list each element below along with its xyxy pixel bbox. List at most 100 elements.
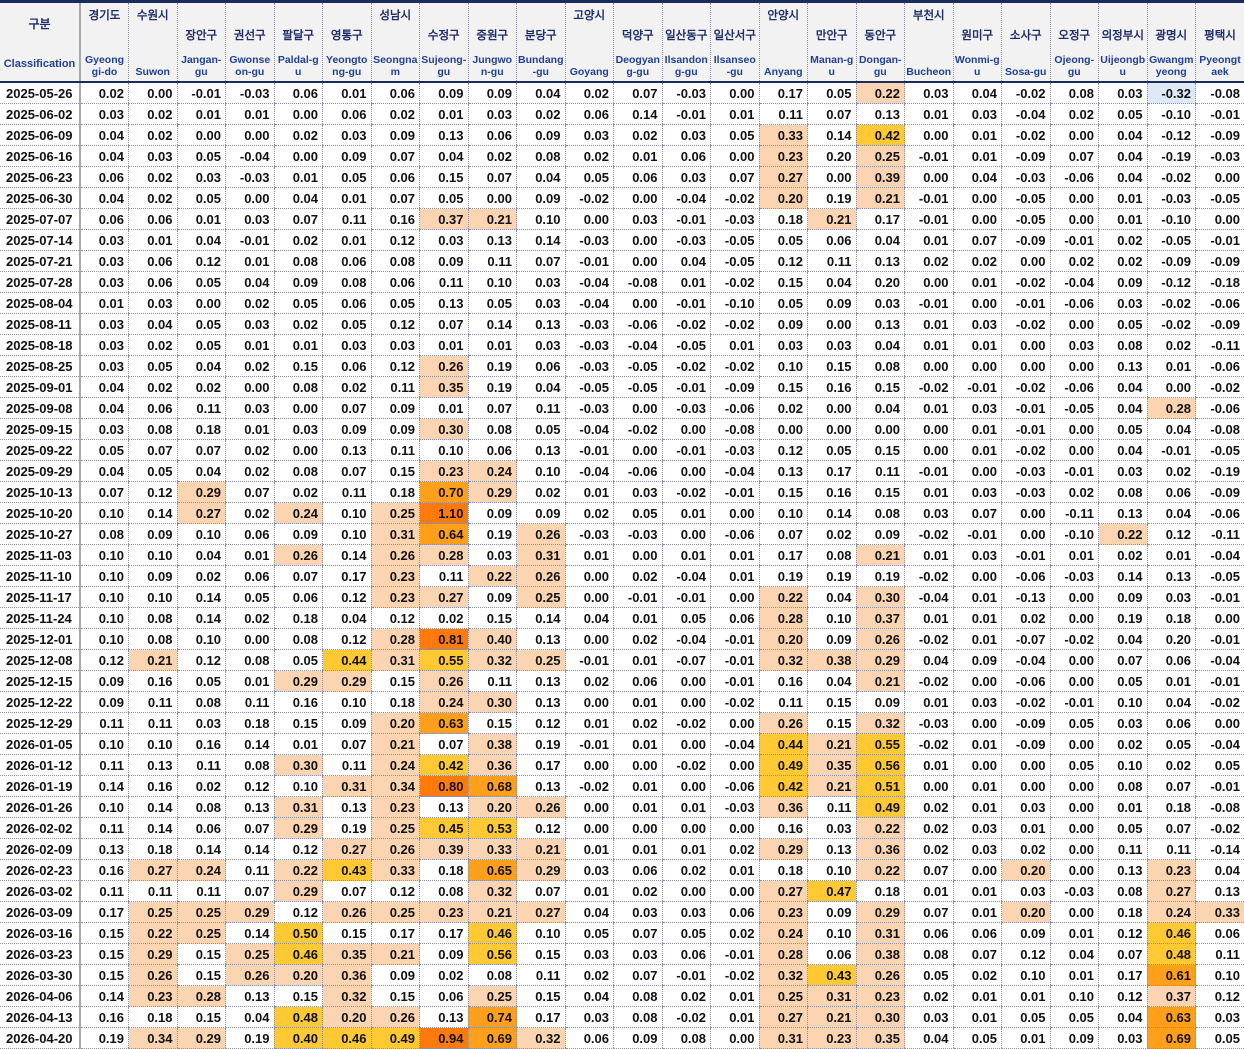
value-cell: -0.11: [1196, 524, 1244, 545]
value-cell: 0.01: [274, 734, 323, 755]
value-cell: 0.08: [226, 650, 275, 671]
value-cell: -0.03: [565, 356, 614, 377]
value-cell: 0.11: [759, 692, 808, 713]
value-cell: 0.00: [614, 545, 663, 566]
value-cell: 0.06: [129, 398, 178, 419]
value-cell: 0.21: [856, 671, 905, 692]
value-cell: 0.14: [1099, 566, 1148, 587]
value-cell: 0.02: [226, 461, 275, 482]
table-row: 2026-01-190.140.160.020.120.100.310.340.…: [0, 776, 1244, 797]
value-cell: -0.06: [1196, 356, 1244, 377]
value-cell: 0.03: [565, 860, 614, 881]
value-cell: 0.07: [274, 566, 323, 587]
value-cell: 0.14: [129, 503, 178, 524]
value-cell: 0.07: [323, 881, 372, 902]
value-cell: 0.07: [274, 209, 323, 230]
value-cell: 0.12: [371, 881, 420, 902]
table-row: 2025-09-080.040.060.110.030.000.070.090.…: [0, 398, 1244, 419]
column-header-ko: 원미구: [961, 27, 993, 43]
value-cell: 0.03: [953, 104, 1002, 125]
value-cell: 0.05: [953, 1028, 1002, 1049]
value-cell: 0.02: [177, 776, 226, 797]
value-cell: 0.11: [177, 881, 226, 902]
value-cell: 0.02: [1099, 734, 1148, 755]
value-cell: 0.00: [614, 818, 663, 839]
value-cell: 0.08: [1099, 482, 1148, 503]
value-cell: 0.02: [1050, 482, 1099, 503]
value-cell: 0.01: [953, 1007, 1002, 1028]
value-cell: 0.20: [323, 1007, 372, 1028]
value-cell: -0.02: [1196, 692, 1244, 713]
column-header-ko: 팔달구: [282, 27, 314, 43]
value-cell: 0.10: [1050, 986, 1099, 1007]
value-cell: 0.36: [856, 839, 905, 860]
value-cell: 0.29: [177, 482, 226, 503]
value-cell: 0.02: [759, 398, 808, 419]
value-cell: 0.04: [177, 230, 226, 251]
value-cell: 0.14: [468, 314, 517, 335]
value-cell: 0.06: [662, 944, 711, 965]
value-cell: -0.04: [662, 629, 711, 650]
value-cell: 0.00: [1050, 734, 1099, 755]
value-cell: 0.06: [468, 125, 517, 146]
row-date: 2025-08-25: [0, 356, 80, 377]
value-cell: 0.21: [856, 188, 905, 209]
value-cell: 0.01: [953, 797, 1002, 818]
value-cell: 0.27: [759, 881, 808, 902]
value-cell: 0.27: [129, 860, 178, 881]
value-cell: 0.01: [953, 419, 1002, 440]
value-cell: 0.11: [420, 566, 469, 587]
table-row: 2025-12-150.090.160.050.010.290.290.150.…: [0, 671, 1244, 692]
row-date: 2025-07-28: [0, 272, 80, 293]
table-row: 2025-11-030.100.100.040.010.260.140.260.…: [0, 545, 1244, 566]
value-cell: 0.25: [517, 650, 566, 671]
value-cell: 0.14: [226, 839, 275, 860]
value-cell: 0.09: [420, 944, 469, 965]
value-cell: 0.08: [80, 524, 129, 545]
value-cell: 0.00: [1002, 335, 1051, 356]
value-cell: 0.05: [711, 125, 760, 146]
column-header-ko: 장안구: [185, 27, 217, 43]
value-cell: 0.03: [1147, 587, 1196, 608]
row-date: 2025-12-08: [0, 650, 80, 671]
column-header-en: Sosa-gu: [1005, 66, 1046, 78]
value-cell: 0.06: [614, 860, 663, 881]
value-cell: 0.09: [953, 650, 1002, 671]
value-cell: 0.07: [226, 818, 275, 839]
value-cell: -0.01: [905, 188, 954, 209]
table-row: 2025-07-140.030.010.04-0.010.020.010.120…: [0, 230, 1244, 251]
value-cell: 0.03: [565, 944, 614, 965]
value-cell: 0.04: [80, 461, 129, 482]
value-cell: -0.02: [1002, 82, 1051, 104]
table-row: 2025-12-220.090.110.080.110.160.100.180.…: [0, 692, 1244, 713]
value-cell: 0.00: [662, 671, 711, 692]
table-row: 2025-12-080.120.210.120.080.050.440.310.…: [0, 650, 1244, 671]
value-cell: 0.05: [129, 356, 178, 377]
value-cell: 0.03: [662, 902, 711, 923]
value-cell: 0.14: [323, 545, 372, 566]
value-cell: 0.13: [323, 440, 372, 461]
value-cell: 0.03: [662, 167, 711, 188]
value-cell: 0.01: [614, 650, 663, 671]
value-cell: 0.06: [274, 587, 323, 608]
value-cell: 0.35: [808, 755, 857, 776]
value-cell: 0.00: [1050, 902, 1099, 923]
value-cell: 0.03: [953, 692, 1002, 713]
value-cell: -0.04: [565, 293, 614, 314]
table-row: 2026-02-020.110.140.060.070.290.190.250.…: [0, 818, 1244, 839]
value-cell: 0.13: [420, 293, 469, 314]
value-cell: 0.04: [565, 608, 614, 629]
value-cell: 0.06: [274, 82, 323, 104]
value-cell: 0.13: [517, 440, 566, 461]
value-cell: 0.61: [1147, 965, 1196, 986]
row-date: 2025-06-16: [0, 146, 80, 167]
value-cell: 0.03: [1099, 1028, 1148, 1049]
value-cell: 0.15: [759, 272, 808, 293]
value-cell: -0.06: [1196, 398, 1244, 419]
value-cell: 0.31: [371, 524, 420, 545]
value-cell: 0.00: [953, 860, 1002, 881]
column-header-en: Ilsandong-gu: [664, 54, 710, 78]
value-cell: 0.01: [614, 797, 663, 818]
value-cell: 0.01: [711, 566, 760, 587]
value-cell: 0.11: [808, 251, 857, 272]
